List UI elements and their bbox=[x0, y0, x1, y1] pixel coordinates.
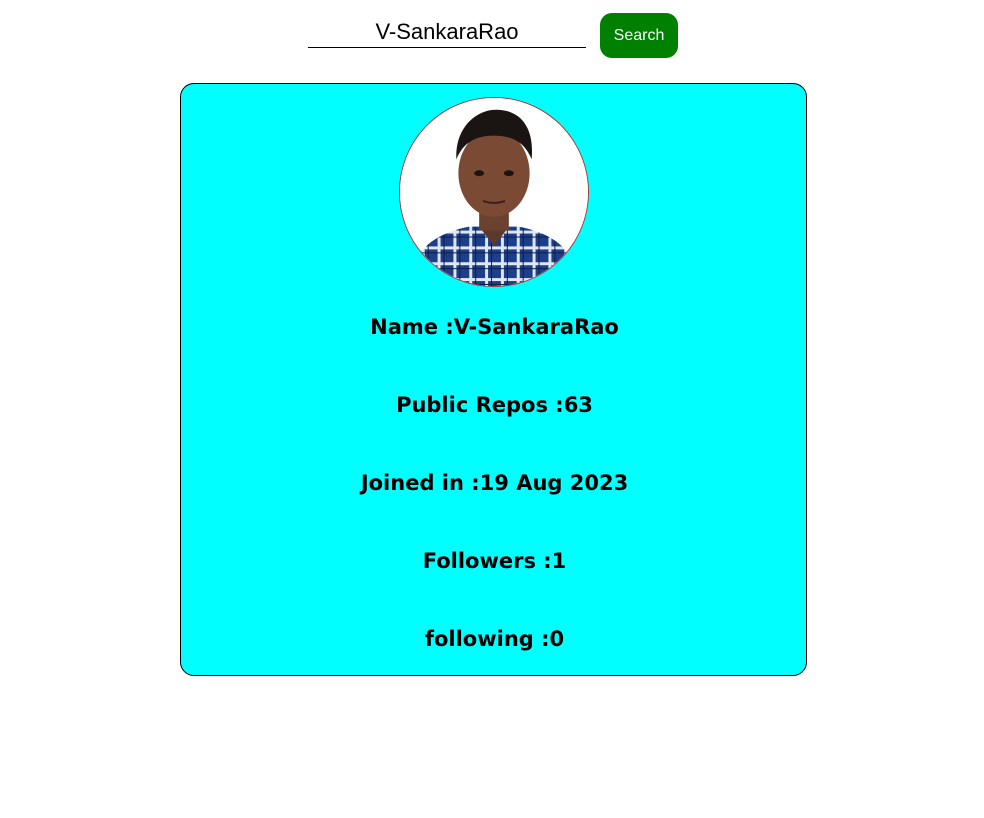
profile-followers: Followers :1 bbox=[181, 547, 808, 575]
profile-name: Name :V-SankaraRao bbox=[181, 313, 808, 341]
profile-name-value: V-SankaraRao bbox=[453, 315, 619, 339]
profile-name-label: Name : bbox=[370, 315, 454, 339]
profile-following: following :0 bbox=[181, 625, 808, 653]
profile-joined: Joined in :19 Aug 2023 bbox=[181, 469, 808, 497]
public-repos-label: Public Repos : bbox=[396, 393, 564, 417]
search-button[interactable]: Search bbox=[600, 13, 678, 58]
search-bar: Search bbox=[0, 0, 984, 70]
following-value: 0 bbox=[549, 627, 565, 651]
joined-value: 19 Aug 2023 bbox=[479, 471, 629, 495]
avatar bbox=[399, 97, 589, 287]
public-repos-value: 63 bbox=[563, 393, 593, 417]
joined-label: Joined in : bbox=[360, 471, 480, 495]
followers-value: 1 bbox=[551, 549, 567, 573]
profile-card: Name :V-SankaraRao Public Repos :63 Join… bbox=[180, 83, 807, 676]
search-input[interactable] bbox=[308, 16, 586, 48]
profile-public-repos: Public Repos :63 bbox=[181, 391, 808, 419]
following-label: following : bbox=[424, 627, 550, 651]
profile-photo-icon bbox=[400, 98, 588, 286]
followers-label: Followers : bbox=[422, 549, 552, 573]
